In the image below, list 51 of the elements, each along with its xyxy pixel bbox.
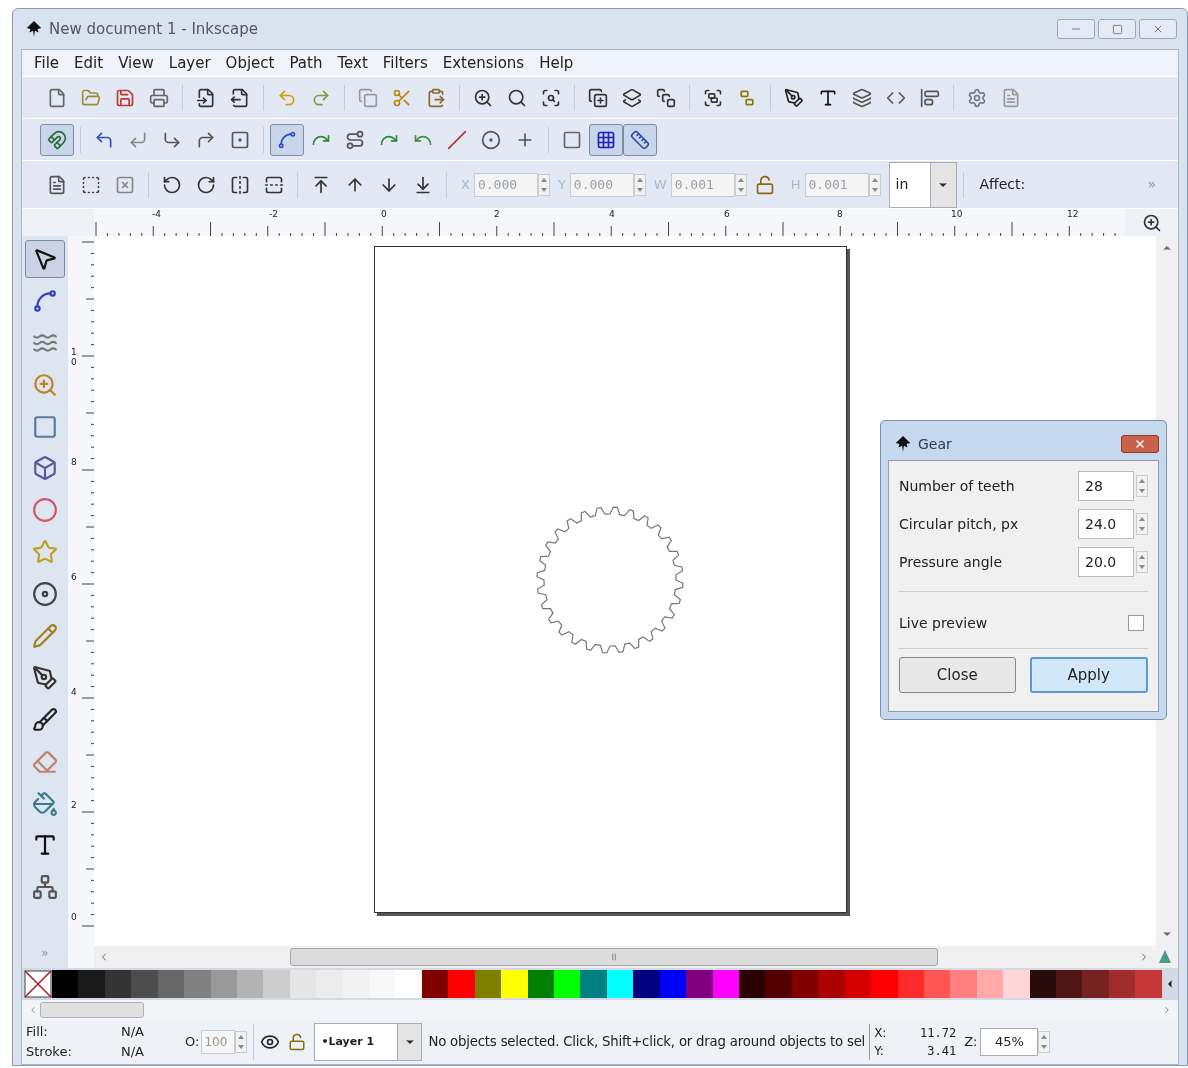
ruler-label: 4 [609,210,615,219]
fill-value: N/A [121,1023,145,1041]
ruler-label: 6 [724,210,730,219]
live-preview-label: Live preview [899,613,988,633]
status-message: No objects selected. Click, Shift+click, or drag around objects to sel [428,1033,866,1052]
dialog-button[interactable]: Close [899,657,1016,693]
menu-item[interactable]: Edit [74,51,104,75]
ruler-label: 2 [494,210,500,219]
menu-item[interactable]: View [118,51,154,75]
dialog-button[interactable]: Apply [1029,657,1148,693]
stroke-value: N/A [121,1043,145,1061]
number-field[interactable]: 24.0 [1078,509,1134,539]
stroke-label: Stroke: [26,1043,73,1061]
affect-label: Affect: [979,175,1026,194]
ruler-label: 6 [71,573,78,583]
y-coordinate: 3.41 [926,1043,957,1060]
y-label: Y: [874,1043,885,1060]
ruler-label: 4 [71,688,78,698]
opacity-label: O: [185,1033,200,1052]
field-label: Pressure angle [899,552,1003,572]
ruler-label: -2 [269,210,278,219]
zoom-field[interactable]: 45% [980,1028,1039,1056]
dialog-title: Gear [918,434,952,454]
ruler-label: 0 [71,913,78,923]
menu-item[interactable]: Layer [168,51,211,75]
menu-item[interactable]: File [34,51,60,75]
menu-item[interactable]: Help [539,51,574,75]
x-label: X: [874,1025,888,1042]
zoom-label: Z: [964,1033,978,1052]
window-title: New document 1 - Inkscape [49,18,259,40]
ruler-label: 10 [71,348,78,368]
ruler-label: 12 [1067,210,1079,219]
menu-item[interactable]: Text [337,51,368,75]
menu-item[interactable]: Extensions [442,51,525,75]
number-field[interactable]: 20.0 [1078,547,1134,577]
field-label: Circular pitch, px [899,514,1019,534]
x-coordinate: 11.72 [919,1025,957,1042]
ruler-label: 2 [71,801,78,811]
unit-dropdown[interactable]: in [888,161,957,208]
fill-label: Fill: [26,1023,49,1041]
layer-dropdown[interactable]: •Layer 1 [314,1023,423,1061]
number-field[interactable]: 28 [1078,471,1134,501]
field-label: Number of teeth [899,476,1015,496]
ruler-label: 0 [381,210,387,219]
ruler-label: -4 [152,210,161,219]
menu-item[interactable]: Path [289,51,323,75]
ruler-label: 8 [71,458,78,468]
ruler-label: 8 [837,210,843,219]
menu-item[interactable]: Filters [382,51,428,75]
ruler-label: 10 [951,210,963,219]
menu-item[interactable]: Object [225,51,275,75]
